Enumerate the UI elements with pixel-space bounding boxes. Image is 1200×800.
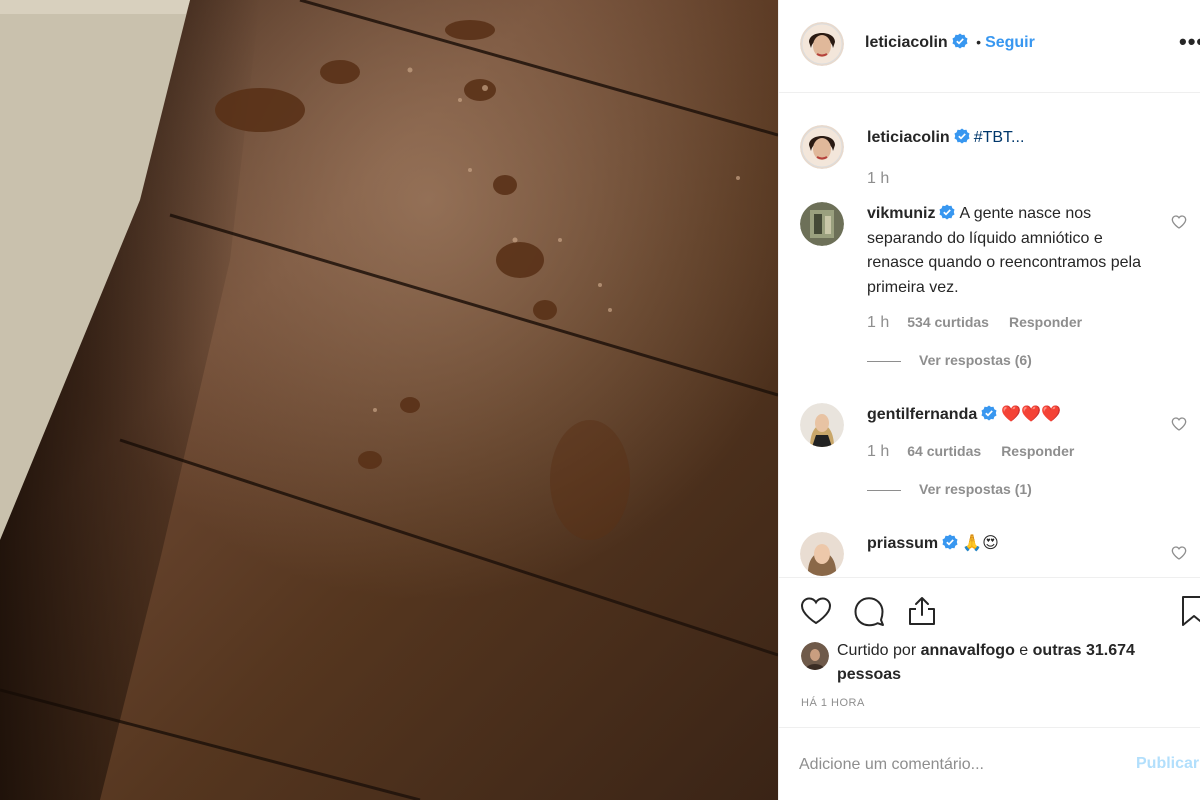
- caption-hashtag[interactable]: #TBT...: [974, 129, 1025, 146]
- comment-username[interactable]: vikmuniz: [867, 205, 935, 222]
- replies-divider-line: [867, 489, 901, 491]
- verified-badge-icon: [952, 33, 968, 49]
- comment-time[interactable]: 1 h: [867, 314, 889, 331]
- comment-text: 🙏😍: [962, 535, 999, 552]
- caption-meta: 1 h: [867, 170, 907, 188]
- reply-button[interactable]: Responder: [1001, 443, 1074, 459]
- liker-avatar[interactable]: [801, 642, 829, 670]
- commenter-avatar[interactable]: [800, 403, 844, 447]
- like-heart-icon[interactable]: [799, 594, 833, 628]
- comment-meta: 1 h 64 curtidas Responder: [867, 443, 1074, 461]
- comment-likes[interactable]: 64 curtidas: [907, 443, 981, 459]
- comments-list[interactable]: leticiacolin #TBT... 1 h vikmuniz A gente …: [779, 94, 1200, 577]
- more-options-icon[interactable]: •••: [1179, 31, 1200, 53]
- commenter-avatar[interactable]: [800, 202, 844, 246]
- reply-button[interactable]: Responder: [1009, 314, 1082, 330]
- caption-body: leticiacolin #TBT...: [867, 126, 1157, 151]
- post-photo[interactable]: [0, 0, 778, 800]
- liker-username[interactable]: annavalfogo: [921, 642, 1015, 659]
- follow-button[interactable]: Seguir: [985, 34, 1035, 51]
- liked-by-conjunction: e: [1019, 642, 1029, 659]
- view-replies-label: Ver respostas (1): [919, 481, 1032, 497]
- comment-body: vikmuniz A gente nasce nos separando do l…: [867, 202, 1157, 300]
- wooden-floor-image: [0, 0, 778, 800]
- replies-divider-line: [867, 360, 901, 362]
- author-username[interactable]: leticiacolin: [865, 34, 948, 51]
- share-icon[interactable]: [905, 594, 939, 628]
- caption-username[interactable]: leticiacolin: [867, 129, 950, 146]
- view-replies-button[interactable]: Ver respostas (1): [867, 481, 1032, 497]
- view-replies-label: Ver respostas (6): [919, 352, 1032, 368]
- comment-body: priassum 🙏😍: [867, 532, 1157, 557]
- verified-badge-icon: [981, 405, 997, 421]
- verified-badge-icon: [939, 204, 955, 220]
- liked-by-prefix: Curtido por: [837, 642, 917, 659]
- post-header: leticiacolin •Seguir •••: [779, 0, 1200, 93]
- post-actions: Curtido por annavalfogo e outras 31.674 …: [779, 577, 1200, 727]
- like-comment-heart-icon[interactable]: [1171, 214, 1187, 230]
- comment-body: gentilfernanda ❤️❤️❤️: [867, 403, 1157, 428]
- comment-bubble-icon[interactable]: [852, 594, 886, 628]
- author-avatar[interactable]: [800, 22, 844, 66]
- liked-by: Curtido por annavalfogo e outras 31.674 …: [801, 639, 1181, 687]
- post-timestamp[interactable]: HÁ 1 HORA: [801, 697, 865, 709]
- liked-by-text: Curtido por annavalfogo e outras 31.674 …: [837, 639, 1181, 687]
- verified-badge-icon: [954, 128, 970, 144]
- commenter-avatar[interactable]: [800, 532, 844, 576]
- like-comment-heart-icon[interactable]: [1171, 545, 1187, 561]
- comment-likes[interactable]: 534 curtidas: [907, 314, 989, 330]
- bookmark-icon[interactable]: [1177, 594, 1200, 628]
- separator-dot: •: [976, 34, 982, 50]
- verified-badge-icon: [942, 534, 958, 550]
- comment-input[interactable]: [799, 752, 1119, 778]
- comment-time[interactable]: 1 h: [867, 443, 889, 460]
- publish-button[interactable]: Publicar: [1136, 755, 1199, 773]
- comment-text: ❤️❤️❤️: [1001, 406, 1061, 423]
- caption-time[interactable]: 1 h: [867, 170, 889, 187]
- comment-username[interactable]: gentilfernanda: [867, 406, 977, 423]
- comment-username[interactable]: priassum: [867, 535, 938, 552]
- caption-avatar[interactable]: [800, 125, 844, 169]
- like-comment-heart-icon[interactable]: [1171, 416, 1187, 432]
- author-name-row: leticiacolin • Seguir: [865, 33, 1035, 52]
- view-replies-button[interactable]: Ver respostas (6): [867, 352, 1032, 368]
- add-comment-section: Publicar: [779, 727, 1200, 800]
- post-side-panel: leticiacolin •Seguir ••• leticiacolin #TB…: [778, 0, 1200, 800]
- comment-meta: 1 h 534 curtidas Responder: [867, 314, 1082, 332]
